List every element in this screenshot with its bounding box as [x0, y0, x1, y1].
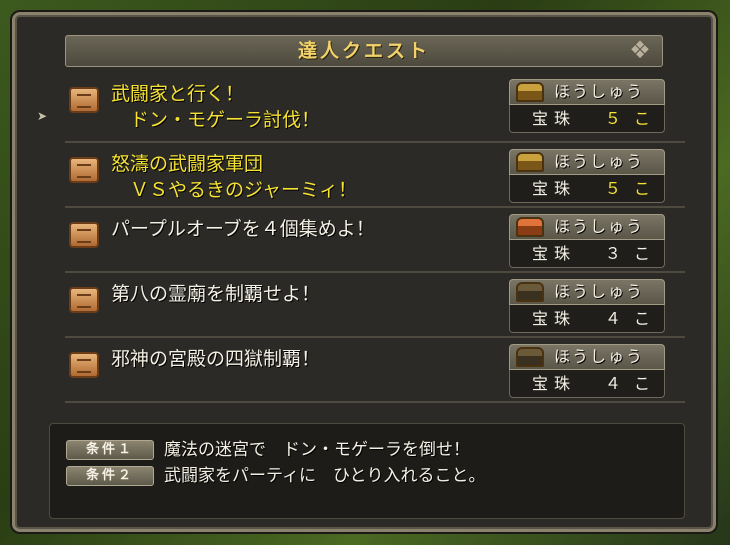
quest-title: 武闘家と行く！ ドン・モゲーラ討伐！	[111, 83, 321, 131]
reward-header: ほうしゅう	[509, 214, 665, 240]
quest-title: 第八の霊廟を制覇せよ！	[111, 283, 321, 305]
reward-item: 宝珠	[532, 244, 577, 263]
scroll-icon	[69, 87, 99, 113]
quest-row-4[interactable]: 第八の霊廟を制覇せよ！ ほうしゅう 宝珠 ４ こ	[65, 273, 685, 338]
reward-header: ほうしゅう	[509, 279, 665, 305]
reward-box: ほうしゅう 宝珠 ５ こ	[509, 149, 665, 203]
reward-header: ほうしゅう	[509, 149, 665, 175]
quest-row-5[interactable]: 邪神の宮殿の四獄制覇！ ほうしゅう 宝珠 ４ こ	[65, 338, 685, 403]
reward-body: 宝珠 ４ こ	[509, 305, 665, 333]
reward-box: ほうしゅう 宝珠 ４ こ	[509, 344, 665, 398]
scroll-icon	[69, 287, 99, 313]
reward-header: ほうしゅう	[509, 79, 665, 105]
dark-chest-icon	[516, 282, 544, 302]
reward-item: 宝珠	[532, 109, 577, 128]
reward-label: ほうしゅう	[554, 152, 645, 171]
conditions-panel: 条件１ 魔法の迷宮で ドン・モゲーラを倒せ！ 条件２ 武闘家をパーティに ひとり…	[49, 423, 685, 519]
reward-header: ほうしゅう	[509, 344, 665, 370]
reward-body: 宝珠 ３ こ	[509, 240, 665, 268]
reward-qty: ４ こ	[604, 374, 654, 393]
condition-badge: 条件１	[66, 440, 154, 460]
quest-row-1[interactable]: 武闘家と行く！ ドン・モゲーラ討伐！ ほうしゅう 宝珠 ５ こ	[65, 73, 685, 143]
reward-box: ほうしゅう 宝珠 ５ こ	[509, 79, 665, 133]
selection-cursor-icon: ➤	[37, 109, 48, 123]
reward-item: 宝珠	[532, 179, 577, 198]
reward-label: ほうしゅう	[554, 217, 645, 236]
reward-box: ほうしゅう 宝珠 ４ こ	[509, 279, 665, 333]
gold-chest-icon	[516, 152, 544, 172]
condition-badge: 条件２	[66, 466, 154, 486]
reward-label: ほうしゅう	[554, 282, 645, 301]
scroll-icon	[69, 222, 99, 248]
reward-box: ほうしゅう 宝珠 ３ こ	[509, 214, 665, 268]
reward-body: 宝珠 ４ こ	[509, 370, 665, 398]
dark-chest-icon	[516, 347, 544, 367]
scroll-icon	[69, 352, 99, 378]
ornament-right-icon: ❖	[629, 36, 651, 64]
reward-qty: ５ こ	[604, 179, 654, 198]
red-chest-icon	[516, 217, 544, 237]
reward-item: 宝珠	[532, 374, 577, 393]
reward-qty: ４ こ	[604, 309, 654, 328]
quest-title: パープルオーブを４個集めよ！	[111, 218, 375, 240]
window-title: 達人クエスト	[297, 40, 430, 62]
quest-row-2[interactable]: 怒濤の武闘家軍団 ＶＳやるきのジャーミィ！ ほうしゅう 宝珠 ５ こ	[65, 143, 685, 208]
quest-window: ❖ 達人クエスト ❖ ➤ 武闘家と行く！ ドン・モゲーラ討伐！ ほうしゅう 宝珠…	[12, 12, 716, 532]
quest-list: 武闘家と行く！ ドン・モゲーラ討伐！ ほうしゅう 宝珠 ５ こ 怒濤の武闘家軍団…	[65, 73, 685, 403]
quest-title: 邪神の宮殿の四獄制覇！	[111, 348, 321, 370]
reward-body: 宝珠 ５ こ	[509, 105, 665, 133]
quest-title: 怒濤の武闘家軍団 ＶＳやるきのジャーミィ！	[111, 153, 358, 201]
reward-label: ほうしゅう	[554, 82, 645, 101]
gold-chest-icon	[516, 82, 544, 102]
reward-qty: ３ こ	[604, 244, 654, 263]
reward-qty: ５ こ	[604, 109, 654, 128]
scroll-icon	[69, 157, 99, 183]
condition-text: 武闘家をパーティに ひとり入れること。	[164, 466, 486, 486]
condition-text: 魔法の迷宮で ドン・モゲーラを倒せ！	[164, 440, 470, 460]
quest-row-3[interactable]: パープルオーブを４個集めよ！ ほうしゅう 宝珠 ３ こ	[65, 208, 685, 273]
title-bar: 達人クエスト	[65, 35, 663, 67]
reward-label: ほうしゅう	[554, 347, 645, 366]
reward-item: 宝珠	[532, 309, 577, 328]
reward-body: 宝珠 ５ こ	[509, 175, 665, 203]
